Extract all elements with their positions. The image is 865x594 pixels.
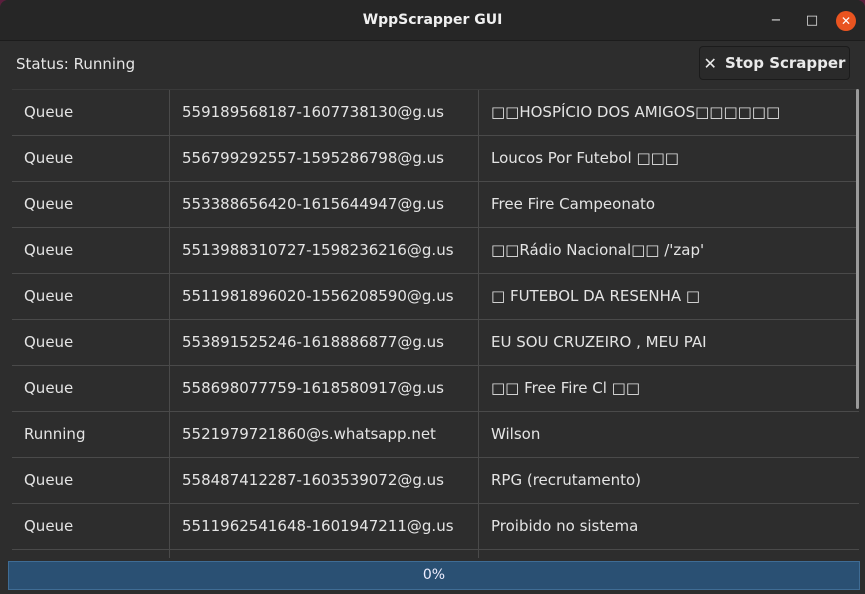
name-cell: [479, 550, 859, 558]
id-cell: 5511962541648-1601947211@g.us: [170, 504, 479, 549]
table-row[interactable]: [12, 550, 859, 558]
table-row[interactable]: Queue 5511981896020-1556208590@g.us □ FUTE…: [12, 274, 859, 320]
name-cell: Proibido no sistema: [491, 517, 639, 535]
app-window: WppScrapper GUI − □ ✕ Status: Running ✕ …: [0, 0, 865, 594]
id-cell: 558487412287-1603539072@g.us: [170, 458, 479, 503]
stop-scrapper-label: Stop Scrapper: [724, 54, 846, 72]
name-cell: EU SOU CRUZEIRO , MEU PAI: [491, 333, 707, 351]
id-cell: [170, 550, 479, 558]
stop-scrapper-button[interactable]: ✕ Stop Scrapper: [699, 46, 850, 80]
name-cell: Loucos Por Futebol □□□: [491, 149, 679, 167]
status-label: Status: Running: [16, 55, 136, 73]
window-title: WppScrapper GUI: [362, 12, 503, 28]
table-row[interactable]: Queue 5511962541648-1601947211@g.us Proibi…: [12, 504, 859, 550]
id-cell: 5513988310727-1598236216@g.us: [170, 228, 479, 273]
close-icon: ✕: [703, 53, 717, 73]
status-cell: Queue: [12, 90, 170, 135]
table-row[interactable]: Queue 5513988310727-1598236216@g.us □□Rádi…: [12, 228, 859, 274]
id-cell: 5511981896020-1556208590@g.us: [170, 274, 479, 319]
name-cell: □□Rádio Nacional□□ /'zap': [491, 241, 705, 259]
table-row[interactable]: Queue 558698077759-1618580917@g.us □□ Free…: [12, 366, 859, 412]
table-row[interactable]: Queue 553891525246-1618886877@g.us EU SOU …: [12, 320, 859, 366]
status-cell: Queue: [12, 136, 170, 181]
maximize-icon[interactable]: □: [803, 12, 821, 30]
table-row[interactable]: Queue 559189568187-1607738130@g.us □□HOSPÍ…: [12, 90, 859, 136]
name-cell: □□HOSPÍCIO DOS AMIGOS□□□□□□: [491, 103, 781, 121]
id-cell: 559189568187-1607738130@g.us: [170, 90, 479, 135]
id-cell: 556799292557-1595286798@g.us: [170, 136, 479, 181]
table-row[interactable]: Queue 558487412287-1603539072@g.us RPG (re…: [12, 458, 859, 504]
progress-bar: 0%: [8, 561, 860, 590]
id-cell: 558698077759-1618580917@g.us: [170, 366, 479, 411]
table-row[interactable]: Queue 556799292557-1595286798@g.us Loucos …: [12, 136, 859, 182]
name-cell: □ FUTEBOL DA RESENHA □: [491, 287, 701, 305]
id-cell: 5521979721860@s.whatsapp.net: [170, 412, 479, 457]
status-cell: Queue: [12, 366, 170, 411]
title-bar: WppScrapper GUI − □ ✕: [0, 0, 865, 41]
name-cell: □□ Free Fire Cl □□: [491, 379, 641, 397]
table-row[interactable]: Queue 553388656420-1615644947@g.us Free Fi…: [12, 182, 859, 228]
status-cell: Queue: [12, 320, 170, 365]
status-cell: Queue: [12, 182, 170, 227]
queue-table[interactable]: Queue 559189568187-1607738130@g.us □□HOSPÍ…: [12, 89, 859, 558]
name-cell: Free Fire Campeonato: [491, 195, 656, 213]
status-cell: Queue: [12, 274, 170, 319]
close-icon[interactable]: ✕: [836, 11, 856, 31]
status-cell: [12, 550, 170, 558]
name-cell: RPG (recrutamento): [491, 471, 642, 489]
status-cell: Running: [12, 412, 170, 457]
table-scrollbar[interactable]: [856, 89, 859, 409]
name-cell: Wilson: [491, 425, 541, 443]
minimize-icon[interactable]: −: [767, 12, 785, 30]
status-cell: Queue: [12, 228, 170, 273]
status-cell: Queue: [12, 504, 170, 549]
table-row[interactable]: Running 5521979721860@s.whatsapp.net Wilso…: [12, 412, 859, 458]
status-cell: Queue: [12, 458, 170, 503]
id-cell: 553891525246-1618886877@g.us: [170, 320, 479, 365]
id-cell: 553388656420-1615644947@g.us: [170, 182, 479, 227]
progress-label: 0%: [422, 567, 446, 583]
